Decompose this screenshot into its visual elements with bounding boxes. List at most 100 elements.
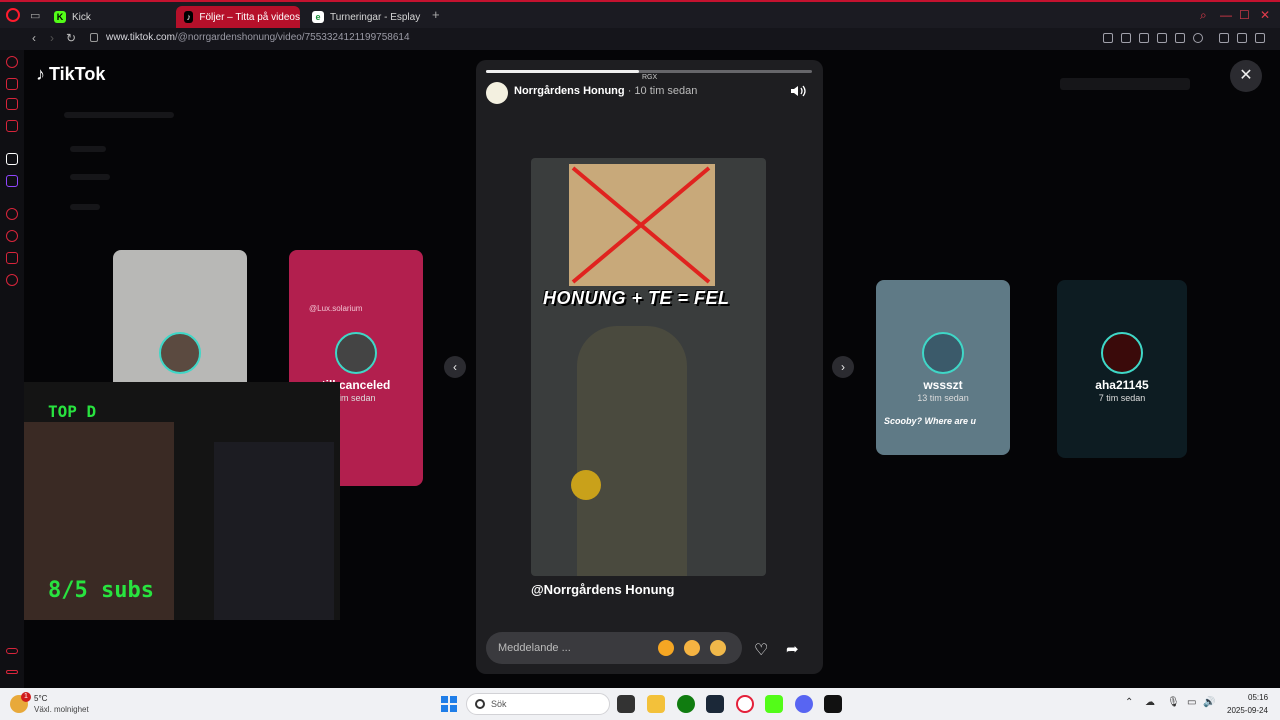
clock-date[interactable]: 2025-09-24 xyxy=(1227,706,1268,715)
search-icon xyxy=(475,699,485,709)
previous-story-button[interactable]: ‹ xyxy=(444,356,466,378)
extensions-icon[interactable] xyxy=(6,252,18,264)
discord-icon[interactable] xyxy=(795,695,813,713)
weather-description: Växl. molnighet xyxy=(34,705,89,714)
like-heart-icon[interactable]: ♡ xyxy=(754,640,768,660)
next-story-button[interactable]: › xyxy=(832,356,854,378)
clock-time[interactable]: 05:16 xyxy=(1248,693,1268,702)
settings-icon[interactable] xyxy=(6,274,18,286)
capture-app-icon[interactable] xyxy=(824,695,842,713)
pin-icon[interactable] xyxy=(1103,33,1113,43)
message-placeholder: Meddelande ... xyxy=(498,642,571,654)
notification-badge: 1 xyxy=(21,692,31,702)
video-handle: @Norrgårdens Honung xyxy=(531,582,675,597)
heart-eyes-emoji-icon[interactable] xyxy=(658,640,674,656)
forward-button[interactable]: › xyxy=(50,31,54,45)
card-name: wssszt xyxy=(923,378,963,392)
snapshot-icon[interactable] xyxy=(1121,33,1131,43)
steam-icon[interactable] xyxy=(706,695,724,713)
tiktok-logo[interactable]: ♪ TikTok xyxy=(36,64,105,85)
history-icon[interactable] xyxy=(6,230,18,242)
new-tab-button[interactable]: + xyxy=(432,8,444,21)
back-button[interactable]: ‹ xyxy=(32,31,36,45)
gx-corner-icon[interactable] xyxy=(6,153,18,165)
tab-esplay[interactable]: e Turneringar - Esplay xyxy=(304,6,428,28)
kick-app-icon[interactable] xyxy=(765,695,783,713)
author-avatar[interactable] xyxy=(486,82,508,104)
cross-mark-icon xyxy=(571,166,711,284)
profile-icon[interactable] xyxy=(1219,33,1229,43)
overlay-subs: 8/5 subs xyxy=(48,578,154,603)
translate-icon[interactable] xyxy=(1157,33,1167,43)
browser-tab-bar: ▭ K Kick ♪ Följer – Titta på videos e Tu… xyxy=(0,0,1280,28)
display-icon[interactable]: ▭ xyxy=(1187,697,1196,708)
url-field[interactable]: www.tiktok.com/@norrgardenshonung/video/… xyxy=(106,32,410,43)
more-icon[interactable] xyxy=(6,670,18,674)
esplay-icon: e xyxy=(312,11,324,23)
close-window-button[interactable]: ✕ xyxy=(1260,8,1270,22)
tab-tiktok[interactable]: ♪ Följer – Titta på videos xyxy=(176,6,300,28)
address-bar: ‹ › ↻ www.tiktok.com/@norrgardenshonung/… xyxy=(0,28,1280,50)
search-tabs-icon[interactable]: ⌕ xyxy=(1200,8,1207,23)
task-view-icon[interactable] xyxy=(617,695,635,713)
message-input[interactable]: Meddelande ... xyxy=(486,632,742,664)
logo-badge xyxy=(571,470,601,500)
xbox-icon[interactable] xyxy=(677,695,695,713)
background-placeholder xyxy=(70,174,110,180)
story-video[interactable]: HONUNG + TE = FEL xyxy=(531,158,766,576)
tiktok-icon: ♪ xyxy=(184,11,194,23)
instagram-icon[interactable] xyxy=(6,98,18,110)
laptop-figure xyxy=(214,442,334,620)
background-placeholder xyxy=(70,146,106,152)
overlay-title: TOP D xyxy=(48,402,97,421)
story-progress-fill xyxy=(486,70,640,73)
story-author[interactable]: Norrgårdens Honung · 10 tim sedan xyxy=(514,85,697,97)
avatar xyxy=(159,332,201,374)
tab-kick[interactable]: K Kick xyxy=(46,6,172,28)
person-figure xyxy=(577,326,687,576)
url-path: /@norrgardenshonung/video/75533241211997… xyxy=(174,32,410,43)
mail-icon[interactable] xyxy=(6,120,18,132)
taskbar-search[interactable]: Sök xyxy=(466,693,610,715)
tray-chevron-icon[interactable]: ⌃ xyxy=(1125,697,1133,708)
laughing-emoji-icon[interactable] xyxy=(684,640,700,656)
story-card[interactable]: wssszt 13 tim sedan Scooby? Where are u xyxy=(876,280,1010,455)
microphone-icon[interactable]: 🎙 xyxy=(1167,697,1180,708)
card-watermark: @Lux.solarium xyxy=(309,304,363,313)
minimize-button[interactable]: — xyxy=(1220,8,1232,22)
play-icon[interactable] xyxy=(1175,33,1185,43)
tiktok-note-icon: ♪ xyxy=(36,64,45,84)
opera-logo-icon[interactable] xyxy=(6,8,20,22)
maximize-button[interactable]: ☐ xyxy=(1239,8,1250,22)
opera-sidebar xyxy=(0,50,24,688)
twitch-icon[interactable] xyxy=(6,175,18,187)
author-name: Norrgårdens Honung xyxy=(514,85,625,97)
webcam-overlay: TOP D 8/5 subs xyxy=(24,382,340,620)
volume-icon[interactable] xyxy=(790,84,808,98)
reload-button[interactable]: ↻ xyxy=(66,31,76,45)
shield-icon[interactable] xyxy=(1139,33,1149,43)
shopping-icon[interactable] xyxy=(6,78,18,90)
gx-control-icon[interactable] xyxy=(6,648,18,654)
weather-temperature: 5°C xyxy=(34,694,48,703)
windows-start-icon[interactable] xyxy=(441,696,457,712)
video-caption: HONUNG + TE = FEL xyxy=(543,288,730,308)
heart-icon[interactable] xyxy=(1193,33,1203,43)
card-time: 13 tim sedan xyxy=(917,393,969,403)
story-card[interactable]: aha21145 7 tim sedan xyxy=(1057,280,1187,458)
easy-setup-icon[interactable] xyxy=(1255,33,1265,43)
tiktok-page: ♪ TikTok @Lux.solarium till.canceled tim… xyxy=(24,50,1280,688)
surprised-emoji-icon[interactable] xyxy=(710,640,726,656)
close-viewer-button[interactable]: ✕ xyxy=(1230,60,1262,92)
file-explorer-icon[interactable] xyxy=(647,695,665,713)
player-icon[interactable] xyxy=(6,208,18,220)
opera-gx-icon[interactable] xyxy=(736,695,754,713)
speaker-icon[interactable]: 🔊 xyxy=(1203,697,1215,708)
url-domain: www.tiktok.com xyxy=(106,32,175,43)
download-icon[interactable] xyxy=(1237,33,1247,43)
tab-label: Följer – Titta på videos xyxy=(199,11,300,23)
share-icon[interactable]: ➦ xyxy=(786,640,799,658)
aria-icon[interactable] xyxy=(6,56,18,68)
tab-menu-icon[interactable]: ▭ xyxy=(30,9,44,22)
network-cloud-icon[interactable]: ☁ xyxy=(1145,697,1155,708)
